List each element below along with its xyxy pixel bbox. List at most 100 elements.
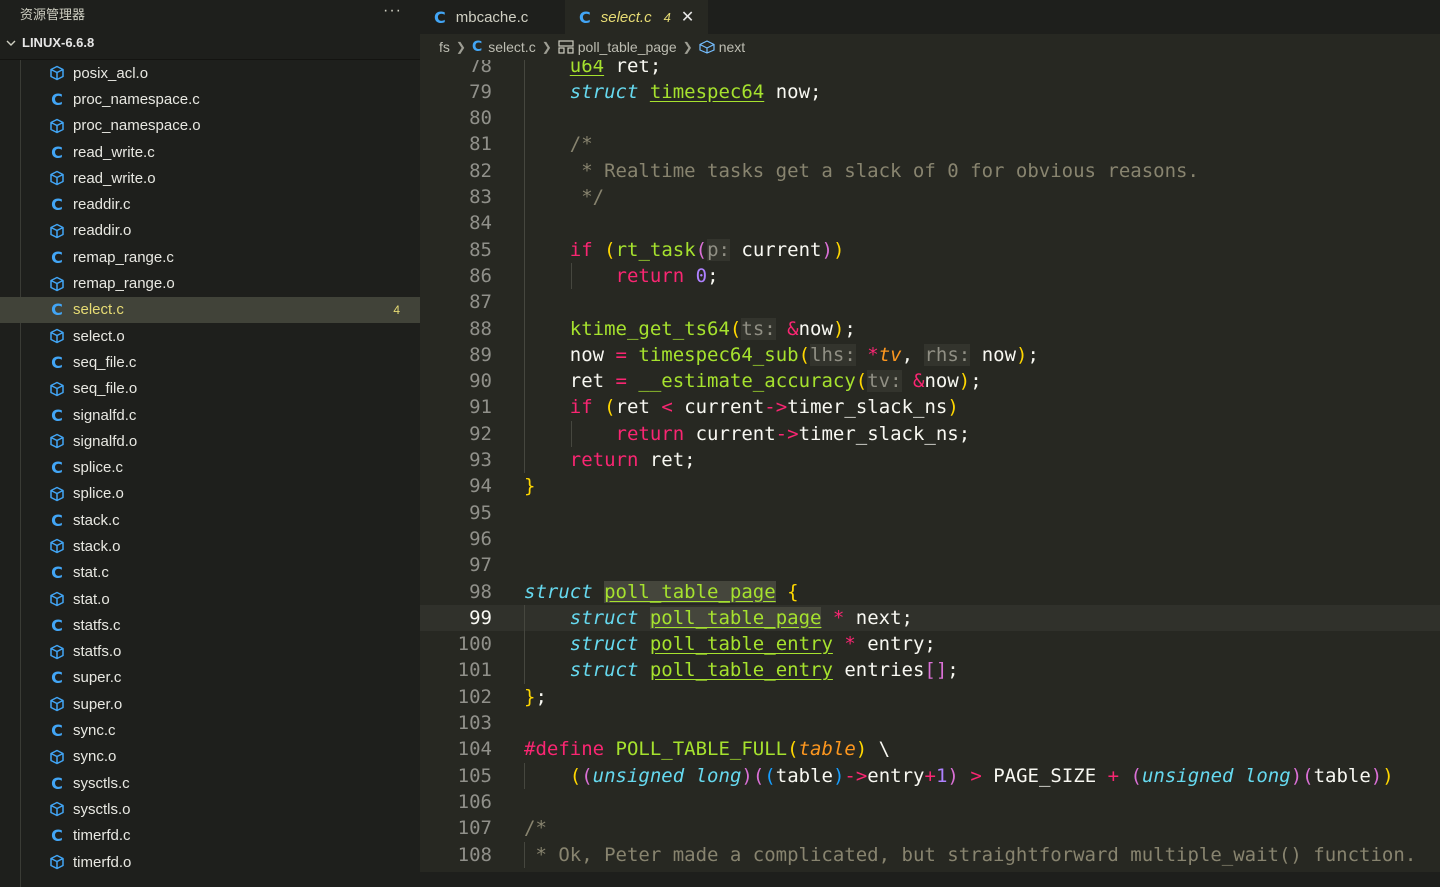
code-line[interactable]: 104 #define POLL_TABLE_FULL(table) \ (420, 736, 1440, 762)
file-item[interactable]: splice.o (0, 481, 420, 507)
code-token: ( (855, 370, 868, 393)
file-item[interactable]: statfs.o (0, 639, 420, 665)
code-line[interactable]: 93 return ret; (420, 447, 1440, 473)
code-line[interactable]: 81 /* (420, 131, 1440, 157)
file-item[interactable]: remap_range.o (0, 270, 420, 296)
code-line[interactable]: 85 if (rt_task(p: current)) (420, 237, 1440, 263)
code-line[interactable]: 106 (420, 789, 1440, 815)
code-line[interactable]: 78 u64 ret; (420, 60, 1440, 79)
c-file-icon: C (51, 195, 63, 215)
file-item[interactable]: Csplice.c (0, 454, 420, 480)
line-number: 81 (469, 133, 492, 156)
code-token: current (672, 396, 765, 419)
file-item[interactable]: Cread_write.c (0, 139, 420, 165)
file-name: seq_file.o (73, 380, 138, 398)
code-token: current (684, 422, 776, 445)
breadcrumb-struct[interactable]: poll_table_page (578, 39, 677, 55)
workspace-root-folder[interactable]: LINUX-6.6.8 (0, 26, 420, 60)
code-token: */ (581, 186, 605, 208)
code-line[interactable]: 89 now = timespec64_sub(lhs: *tv, rhs: n… (420, 342, 1440, 368)
file-item[interactable]: read_write.o (0, 165, 420, 191)
code-line[interactable]: 96 (420, 526, 1440, 552)
tab-mbcache-c[interactable]: Cmbcache.c (420, 0, 565, 34)
file-item[interactable]: Cstack.c (0, 507, 420, 533)
code-line[interactable]: 99 struct poll_table_page * next; (420, 604, 1440, 632)
file-item[interactable]: Cremap_range.c (0, 244, 420, 270)
file-item[interactable]: seq_file.o (0, 376, 420, 402)
code-token: } (524, 475, 536, 498)
code-line[interactable]: 97 (420, 552, 1440, 578)
file-item[interactable]: readdir.o (0, 218, 420, 244)
code-line[interactable]: 107 /* (420, 815, 1440, 841)
file-item[interactable]: Cstatfs.c (0, 612, 420, 638)
file-item[interactable]: signalfd.o (0, 428, 420, 454)
code-line[interactable]: 80 (420, 105, 1440, 131)
file-item[interactable]: sysctls.o (0, 796, 420, 822)
code-token: * Realtime tasks get a slack of 0 for ob… (581, 159, 1199, 182)
code-line[interactable]: 103 (420, 710, 1440, 736)
code-token: /* (569, 133, 593, 156)
code-token: -> (764, 396, 788, 419)
file-item[interactable]: stack.o (0, 533, 420, 559)
file-item[interactable]: Csuper.c (0, 665, 420, 691)
c-file-icon: C (51, 510, 63, 530)
file-item[interactable]: Cselect.c 4 (0, 296, 420, 323)
code-text: /* (524, 815, 547, 841)
close-icon[interactable]: ✕ (681, 7, 694, 27)
file-item[interactable]: Ctimerfd.c (0, 823, 420, 849)
code-line[interactable]: 101 struct poll_table_entry entries[]; (420, 657, 1440, 683)
horizontal-scrollbar[interactable] (420, 872, 1440, 887)
code-line[interactable]: 79 struct timespec64 now; (420, 79, 1440, 105)
code-token: poll_table_page (604, 580, 776, 603)
code-line[interactable]: 94} (420, 473, 1440, 499)
code-text: ((unsigned long)((table)->entry+1) > PAG… (524, 763, 1394, 789)
file-item[interactable]: stat.o (0, 586, 420, 612)
code-line[interactable]: 82 * Realtime tasks get a slack of 0 for… (420, 158, 1440, 184)
code-line[interactable]: 102}; (420, 684, 1440, 710)
file-item[interactable]: sync.o (0, 744, 420, 770)
code-editor[interactable]: 78 u64 ret; 79 struct timespec64 now; 80 81… (420, 60, 1440, 872)
file-item[interactable]: select.o (0, 323, 420, 349)
code-line[interactable]: 91 if (ret < current->timer_slack_ns) (420, 394, 1440, 420)
code-text: if (ret < current->timer_slack_ns) (524, 394, 959, 420)
more-actions-icon[interactable]: ··· (383, 2, 402, 20)
code-token: } (524, 685, 536, 708)
line-number: 94 (469, 475, 492, 498)
code-token: + (924, 764, 936, 787)
file-item[interactable]: timerfd.o (0, 849, 420, 875)
file-item[interactable]: Cseq_file.c (0, 349, 420, 375)
file-item[interactable]: Cstat.c (0, 560, 420, 586)
code-line[interactable]: 90 ret = __estimate_accuracy(tv: &now); (420, 368, 1440, 394)
code-line[interactable]: 88 ktime_get_ts64(ts: &now); (420, 316, 1440, 342)
file-item[interactable]: proc_namespace.o (0, 113, 420, 139)
file-item[interactable]: Csync.c (0, 717, 420, 743)
file-item[interactable]: posix_acl.o (0, 60, 420, 86)
file-item[interactable]: Csignalfd.c (0, 402, 420, 428)
code-line[interactable]: 86 return 0; (420, 263, 1440, 289)
breadcrumb-file[interactable]: select.c (488, 39, 535, 55)
code-line[interactable]: 100 struct poll_table_entry * entry; (420, 631, 1440, 657)
breadcrumb-member[interactable]: next (719, 39, 745, 55)
c-file-icon: C (51, 721, 63, 741)
code-line[interactable]: 98 struct poll_table_page { (420, 579, 1440, 605)
c-file-icon: C (51, 563, 63, 583)
file-item[interactable]: Csysctls.c (0, 770, 420, 796)
code-line[interactable]: 95 (420, 500, 1440, 526)
file-item[interactable]: Creaddir.c (0, 191, 420, 217)
code-line[interactable]: 92 return current->timer_slack_ns; (420, 421, 1440, 447)
breadcrumb-folder[interactable]: fs (439, 39, 450, 55)
code-line[interactable]: 108 * Ok, Peter made a complicated, but … (420, 842, 1440, 868)
tab-select-c[interactable]: Cselect.c 4 ✕ (565, 0, 709, 34)
file-name: stat.c (73, 564, 109, 582)
code-line[interactable]: 87 (420, 289, 1440, 315)
file-item[interactable]: Cproc_namespace.c (0, 86, 420, 112)
file-item[interactable]: super.o (0, 691, 420, 717)
code-line[interactable]: 83 */ (420, 184, 1440, 210)
file-name: select.c (73, 301, 124, 319)
code-line[interactable]: 84 (420, 210, 1440, 236)
code-line[interactable]: 105 ((unsigned long)((table)->entry+1) >… (420, 763, 1440, 789)
code-token: ) (832, 317, 845, 340)
line-number: 104 (457, 738, 492, 761)
